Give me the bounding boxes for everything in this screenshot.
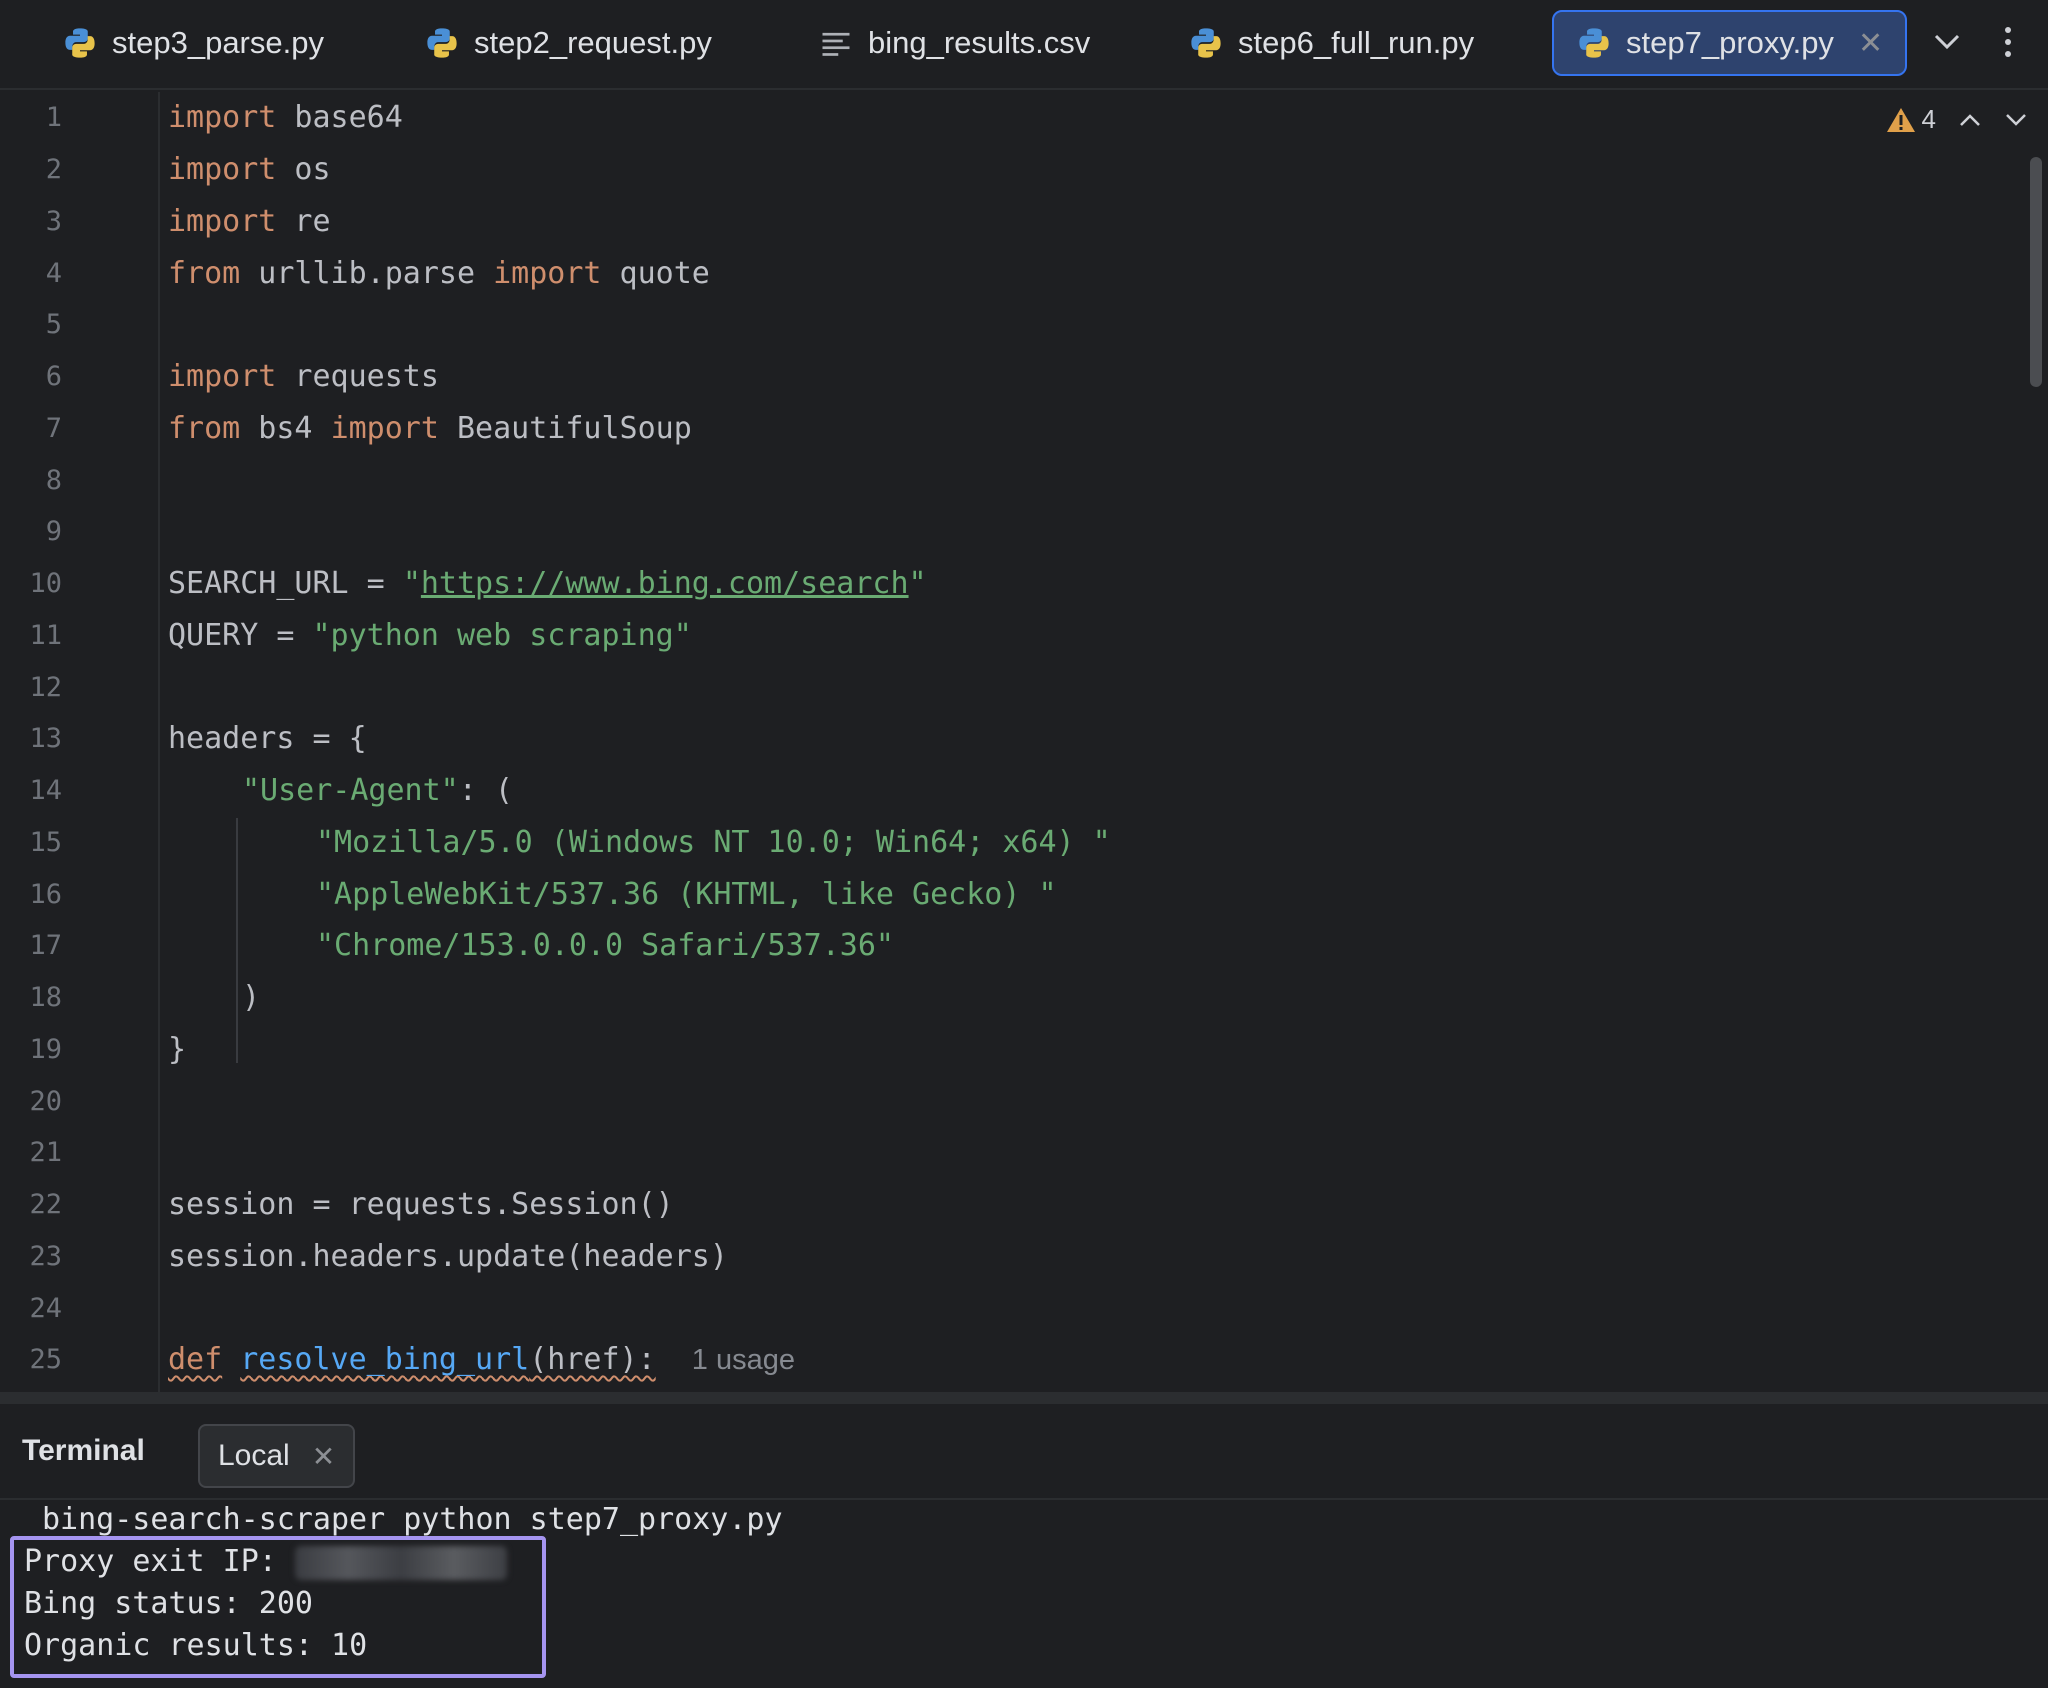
code-line-19: } [168,1032,187,1067]
line-number: 7 [45,413,62,444]
chevron-up-icon[interactable] [1958,110,1982,130]
line-number: 19 [29,1034,62,1065]
line-number: 21 [29,1137,62,1168]
line-number: 18 [29,982,62,1013]
text-file-icon [822,32,850,56]
code-line-2: import os [168,152,331,187]
python-icon [65,28,95,58]
code-line-7: from bs4 import BeautifulSoup [168,411,692,446]
code-line-17: "Chrome/153.0.0.0 Safari/537.36" [316,928,894,963]
line-number: 3 [45,206,62,237]
line-number: 14 [29,775,62,806]
url-link[interactable]: https://www.bing.com/search [421,566,909,601]
line-number: 1 [45,102,62,133]
tab-label: step7_proxy.py [1626,25,1834,60]
code-line-10: SEARCH_URL = "https://www.bing.com/searc… [168,566,927,601]
more-options-icon[interactable] [1996,22,2020,62]
line-number: 4 [45,258,62,289]
terminal-title: Terminal [22,1434,145,1467]
line-number: 5 [45,309,62,340]
code-line-1: import base64 [168,100,403,135]
tab-step3-parse[interactable]: step3_parse.py [40,10,346,76]
code-editor[interactable]: 1 2 3 4 5 6 7 8 9 10 11 12 13 14 15 16 1… [0,92,2048,1392]
code-line-18: ) [242,980,261,1015]
code-line-25: def resolve_bing_url(href): 1 usage [168,1342,795,1377]
terminal-command: bing-search-scraper python step7_proxy.p… [42,1502,783,1537]
code-line-16: "AppleWebKit/537.36 (KHTML, like Gecko) … [316,877,1057,912]
code-line-6: import requests [168,359,439,394]
code-area[interactable]: import base64 import os import re from u… [160,92,2010,1392]
line-number-gutter: 1 2 3 4 5 6 7 8 9 10 11 12 13 14 15 16 1… [0,92,160,1392]
line-number: 11 [29,620,62,651]
tab-label: step3_parse.py [112,25,324,60]
line-number: 17 [29,930,62,961]
terminal-header: Terminal Local ✕ [0,1404,2048,1500]
code-line-13: headers = { [168,721,367,756]
code-line-4: from urllib.parse import quote [168,256,710,291]
terminal-tab-local[interactable]: Local ✕ [198,1424,356,1488]
python-icon [1579,28,1609,58]
python-icon [427,28,457,58]
close-terminal-tab-icon[interactable]: ✕ [312,1440,335,1473]
usages-hint[interactable]: 1 usage [692,1344,795,1376]
tab-bing-results-csv[interactable]: bing_results.csv [796,10,1112,76]
panel-divider[interactable] [0,1392,2048,1404]
editor-tab-bar: step3_parse.py step2_request.py bing_res… [0,0,2048,90]
code-line-14: "User-Agent": ( [242,773,513,808]
line-number: 15 [29,827,62,858]
tab-step7-proxy[interactable]: step7_proxy.py ✕ [1552,10,1908,76]
vertical-scrollbar[interactable] [2030,157,2042,387]
line-number: 20 [29,1086,62,1117]
tab-step6-full-run[interactable]: step6_full_run.py [1166,10,1496,76]
tab-step2-request[interactable]: step2_request.py [402,10,734,76]
code-line-22: session.headers.update(headers) [168,1239,728,1274]
line-number: 16 [29,879,62,910]
python-icon [1191,28,1221,58]
code-line-15: "Mozilla/5.0 (Windows NT 10.0; Win64; x6… [316,825,1111,860]
terminal-tab-label: Local [218,1439,290,1472]
line-number: 9 [45,516,62,547]
warning-count: 4 [1921,104,1936,134]
indent-guide [236,818,238,1063]
terminal-panel[interactable]: Terminal Local ✕ bing-search-scraper pyt… [0,1404,2048,1688]
line-number: 6 [45,361,62,392]
tab-label: bing_results.csv [868,25,1091,60]
line-number: 8 [45,465,62,496]
ide-window: step3_parse.py step2_request.py bing_res… [0,0,2048,1688]
line-number: 22 [29,1189,62,1220]
line-number: 25 [29,1344,62,1375]
line-number: 2 [45,154,62,185]
code-line-11: QUERY = "python web scraping" [168,618,692,653]
inspection-widget[interactable]: 4 [1886,104,2028,135]
tab-label: step2_request.py [474,25,712,60]
code-line-3: import re [168,204,331,239]
chevron-down-icon[interactable] [2004,110,2028,130]
line-number: 23 [29,1241,62,1272]
warning-icon [1886,107,1915,132]
line-number: 24 [29,1293,62,1324]
close-tab-icon[interactable]: ✕ [1858,26,1883,61]
tab-label: step6_full_run.py [1238,25,1475,60]
chevron-down-icon[interactable] [1932,22,1962,62]
line-number: 10 [29,568,62,599]
line-number: 12 [29,672,62,703]
output-highlight-box [10,1536,546,1678]
code-line-21: session = requests.Session() [168,1187,674,1222]
line-number: 13 [29,723,62,754]
